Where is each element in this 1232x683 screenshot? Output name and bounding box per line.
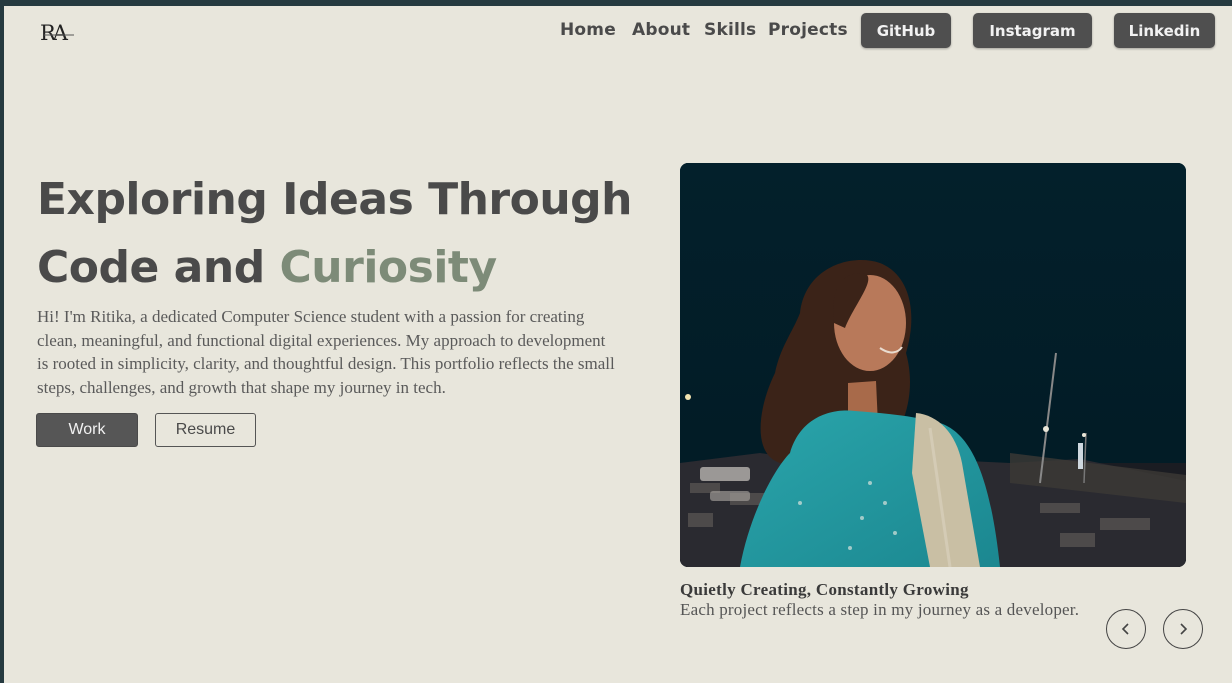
nav-about[interactable]: About: [632, 20, 690, 40]
chevron-left-icon: [1121, 623, 1129, 635]
nav-home[interactable]: Home: [560, 20, 616, 40]
nav-projects[interactable]: Projects: [768, 20, 848, 40]
logo-text: RA: [40, 21, 68, 45]
brand-logo[interactable]: RA: [40, 21, 76, 45]
profile-photo: [680, 163, 1186, 567]
showcase-caption-text: Each project reflects a step in my journ…: [680, 600, 1080, 619]
hero-headline: Exploring Ideas Through Code and Curiosi…: [37, 166, 657, 302]
hero-intro: Hi! I'm Ritika, a dedicated Computer Sci…: [37, 307, 615, 397]
nav-skills[interactable]: Skills: [704, 20, 756, 40]
github-button[interactable]: GitHub: [861, 13, 951, 48]
linkedin-button[interactable]: Linkedin: [1114, 13, 1215, 48]
showcase-caption-title: Quietly Creating, Constantly Growing: [680, 580, 969, 599]
work-button[interactable]: Work: [36, 413, 138, 447]
headline-accent: Curiosity: [279, 242, 498, 293]
portfolio-page: RA Home About Skills Projects GitHub Ins…: [4, 6, 1232, 683]
next-slide-button[interactable]: [1163, 609, 1203, 649]
instagram-button[interactable]: Instagram: [973, 13, 1092, 48]
resume-button[interactable]: Resume: [155, 413, 256, 447]
chevron-right-icon: [1180, 623, 1188, 635]
prev-slide-button[interactable]: [1106, 609, 1146, 649]
